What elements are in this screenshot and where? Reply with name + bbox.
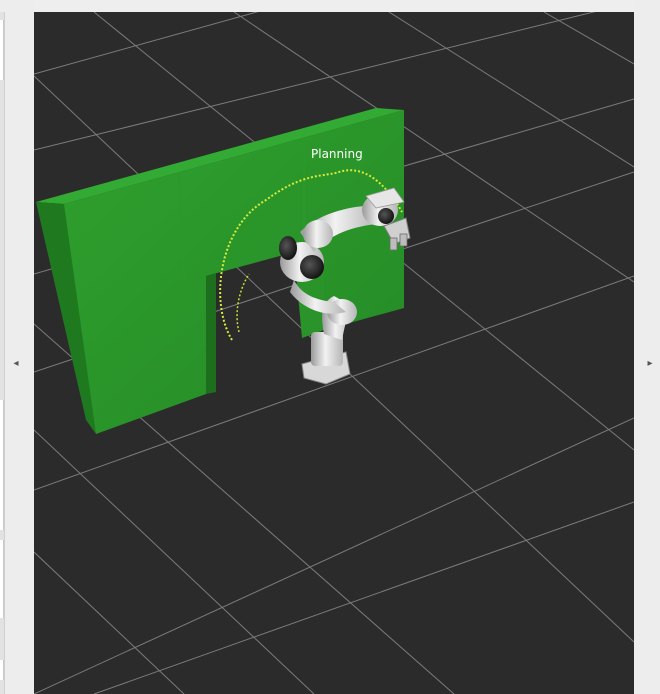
rviz-window: ◂ ▸ Planning	[0, 0, 660, 694]
left-panel-edge-4[interactable]	[0, 660, 4, 680]
robot-joint-shell-5	[303, 220, 333, 248]
left-panel-edge-1[interactable]	[0, 20, 4, 80]
left-dock-collapsed: ◂	[0, 0, 34, 694]
planning-status-label: Planning	[311, 147, 363, 161]
3d-render-viewport[interactable]: Planning	[34, 12, 634, 694]
scene-canvas[interactable]: Planning	[34, 12, 634, 694]
robot-joint-6	[378, 208, 394, 224]
arrow-left-icon[interactable]: ◂	[10, 357, 22, 371]
arrow-right-icon[interactable]: ▸	[644, 357, 656, 371]
right-dock-collapsed: ▸	[634, 0, 660, 694]
robot-joint-4	[300, 255, 324, 279]
left-panel-edge-2[interactable]	[0, 400, 4, 530]
robot-joint-4-back	[279, 236, 297, 260]
robot-finger-right	[399, 233, 408, 247]
robot-finger-left	[389, 237, 398, 251]
left-panel-edge-3[interactable]	[0, 540, 4, 618]
